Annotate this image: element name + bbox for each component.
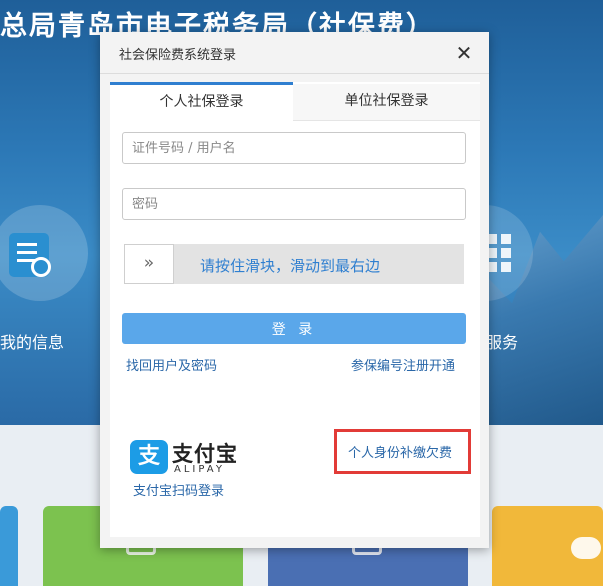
alipay-logo-icon[interactable]: 支 (130, 440, 168, 474)
dialog-header: 社会保险费系统登录 ✕ (100, 32, 489, 74)
grid-icon (487, 234, 513, 280)
my-info-label: 我的信息 (0, 333, 65, 352)
document-clock-icon (9, 233, 51, 277)
login-button[interactable]: 登 录 (122, 313, 466, 344)
tab-personal-login[interactable]: 个人社保登录 (110, 82, 293, 119)
dialog-title: 社会保险费系统登录 (119, 48, 237, 63)
slider-handle-icon[interactable]: » (124, 244, 174, 284)
username-input[interactable] (122, 132, 466, 164)
alipay-scan-login-link[interactable]: 支付宝扫码登录 (133, 480, 224, 499)
tab-unit-login[interactable]: 单位社保登录 (293, 84, 480, 121)
function-tile-blue[interactable] (0, 506, 18, 586)
login-dialog: 社会保险费系统登录 ✕ 个人社保登录 单位社保登录 » 请按住滑块，滑动到最右边… (100, 32, 489, 548)
service-label: 服务 (486, 333, 519, 352)
register-link[interactable]: 参保编号注册开通 (351, 355, 455, 374)
supplement-payment-link[interactable]: 个人身份补缴欠费 (348, 442, 452, 461)
slider-hint: 请按住滑块，滑动到最右边 (200, 257, 381, 275)
chat-icon[interactable] (571, 537, 601, 559)
slide-verification[interactable]: » 请按住滑块，滑动到最右边 (124, 244, 464, 284)
close-icon[interactable]: ✕ (453, 42, 475, 64)
recover-account-link[interactable]: 找回用户及密码 (126, 355, 217, 374)
login-panel: 个人社保登录 单位社保登录 » 请按住滑块，滑动到最右边 登 录 找回用户及密码… (110, 82, 480, 537)
password-input[interactable] (122, 188, 466, 220)
alipay-name-en: ALIPAY (174, 464, 225, 475)
